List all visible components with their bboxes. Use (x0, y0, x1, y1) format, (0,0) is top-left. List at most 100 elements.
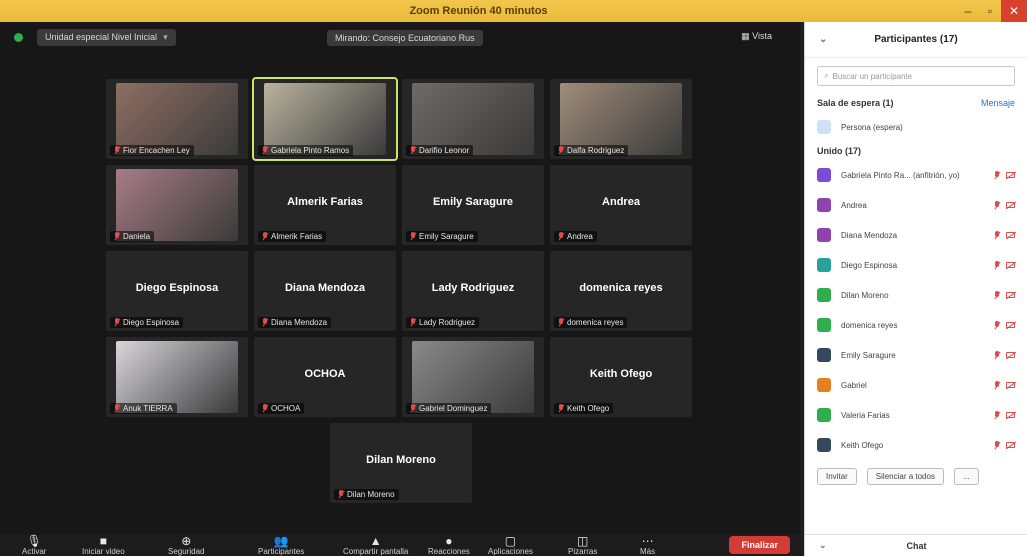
security-shield-icon[interactable] (14, 32, 23, 42)
participant-label: Anuk TIERRA (123, 404, 173, 413)
toolbar-button[interactable]: 👥 Participantes (258, 535, 304, 556)
participant-name: Andrea (841, 200, 867, 210)
participant-row[interactable]: Gabriel (805, 370, 1027, 400)
participant-status (994, 440, 1015, 450)
end-meeting-button[interactable]: Finalizar (729, 536, 790, 554)
participant-name-tag: Keith Ofego (554, 403, 614, 414)
participant-tile[interactable]: Emily Saragure Emily Saragure (402, 165, 544, 245)
maximize-icon[interactable]: ▫ (979, 0, 1001, 22)
minimize-icon[interactable]: – (957, 0, 979, 22)
mic-muted-icon (410, 146, 416, 155)
participant-name-tag: Lady Rodriguez (406, 317, 480, 328)
meeting-topbar: Unidad especial Nivel Inicial ▾ Mirando: … (0, 22, 800, 52)
toolbar-label: Reacciones (428, 547, 470, 556)
waiting-person-name: Persona (espera) (841, 122, 903, 132)
participant-tile[interactable]: OCHOA OCHOA (254, 337, 396, 417)
participant-row[interactable]: domenica reyes (805, 310, 1027, 340)
participant-tile[interactable]: domenica reyes domenica reyes (550, 251, 692, 331)
view-button[interactable]: ▦ Vista (741, 31, 772, 42)
participant-name-tag: Andrea (554, 231, 597, 242)
participant-display-name: Andrea (602, 196, 640, 208)
participant-display-name: Dilan Moreno (366, 454, 436, 466)
participant-row[interactable]: Diana Mendoza (805, 220, 1027, 250)
participant-tile[interactable]: Almerik Farias Almerik Farias (254, 165, 396, 245)
meeting-info-label: Unidad especial Nivel Inicial (45, 31, 158, 42)
close-icon[interactable]: ✕ (1001, 0, 1027, 22)
toolbar-button[interactable]: ● Reacciones (428, 535, 470, 556)
mic-muted-icon (994, 170, 1000, 180)
participant-row[interactable]: Andrea (805, 190, 1027, 220)
waiting-person-row[interactable]: Persona (espera) (805, 112, 1027, 142)
title-bar: Zoom Reunión 40 minutos – ▫ ✕ (0, 0, 1027, 22)
participant-display-name: Lady Rodriguez (431, 282, 515, 294)
meeting-info-button[interactable]: Unidad especial Nivel Inicial ▾ (37, 28, 176, 46)
participant-row[interactable]: Dilan Moreno (805, 280, 1027, 310)
participant-display-name: domenica reyes (579, 282, 663, 294)
mic-muted-icon (262, 232, 268, 241)
toolbar-button[interactable]: 🎙 Activar (22, 535, 46, 556)
video-gallery: Unidad especial Nivel Inicial ▾ Mirando: … (0, 22, 800, 534)
participant-row[interactable]: Emily Saragure (805, 340, 1027, 370)
video-off-icon (1006, 322, 1015, 328)
participant-tile[interactable]: Keith Ofego Keith Ofego (550, 337, 692, 417)
mic-muted-icon (114, 146, 120, 155)
participant-list: Gabriela Pinto Ra... (anfitrión, yo) Andr… (805, 160, 1027, 460)
avatar (817, 258, 831, 272)
participant-tile[interactable]: Darifio Leonor (402, 79, 544, 159)
participant-tile[interactable]: Gabriela Pinto Ramos (252, 77, 398, 161)
chevron-down-icon[interactable]: ⌄ (819, 34, 827, 45)
participant-row[interactable]: Diego Espinosa (805, 250, 1027, 280)
mic-muted-icon (410, 404, 416, 413)
more-options-button[interactable]: ... (953, 468, 979, 485)
participant-label: Emily Saragure (419, 232, 474, 241)
participant-status (994, 380, 1015, 390)
joined-section[interactable]: Unido (17) (805, 142, 1027, 160)
participant-search-input[interactable]: ⌕ Buscar un participante (817, 66, 1015, 86)
participant-row[interactable]: Keith Ofego (805, 430, 1027, 460)
participant-status (994, 170, 1015, 180)
mic-muted-icon (994, 350, 1000, 360)
mic-muted-icon (262, 318, 268, 327)
participant-row[interactable]: Gabriela Pinto Ra... (anfitrión, yo) (805, 160, 1027, 190)
participant-row[interactable]: Valeria Farias (805, 400, 1027, 430)
participant-tile[interactable]: Andrea Andrea (550, 165, 692, 245)
participant-tile[interactable]: Daniela (106, 165, 248, 245)
toolbar-label: Seguridad (168, 547, 205, 556)
participant-tile[interactable]: Anuk TIERRA (106, 337, 248, 417)
toolbar-button[interactable]: ▢ Aplicaciones (488, 535, 533, 556)
chevron-down-icon: ▾ (163, 31, 168, 42)
participant-tile[interactable]: Dalfa Rodriguez (550, 79, 692, 159)
toolbar-label: Más (640, 547, 656, 556)
participant-tile[interactable]: Fior Encachen Ley (106, 79, 248, 159)
participant-name-tag: Anuk TIERRA (110, 403, 177, 414)
toolbar-button[interactable]: ▲ Compartir pantalla (343, 535, 408, 556)
toolbar-button[interactable]: ⋯ Más (640, 535, 655, 556)
avatar (817, 318, 831, 332)
participant-tile[interactable]: Lady Rodriguez Lady Rodriguez (402, 251, 544, 331)
participant-tile[interactable]: Diana Mendoza Diana Mendoza (254, 251, 396, 331)
toolbar-label: Activar (22, 547, 47, 556)
toolbar-button[interactable]: ■ Iniciar video (82, 535, 125, 556)
participant-label: Gabriela Pinto Ramos (271, 146, 350, 155)
toolbar-label: Aplicaciones (488, 547, 533, 556)
mute-all-button[interactable]: Silenciar a todos (866, 468, 944, 485)
toolbar-button[interactable]: ◫ Pizarras (568, 535, 597, 556)
toolbar-label: Participantes (258, 547, 305, 556)
waiting-room-section[interactable]: Sala de espera (1) Mensaje (805, 94, 1027, 112)
message-link[interactable]: Mensaje (981, 98, 1015, 108)
participant-status (994, 200, 1015, 210)
chat-header[interactable]: ⌄ Chat (805, 534, 1027, 556)
toolbar-icon: ⋯ (641, 534, 654, 548)
invite-button[interactable]: Invitar (817, 468, 857, 485)
participant-tile[interactable]: Diego Espinosa Diego Espinosa (106, 251, 248, 331)
participant-tile[interactable]: Gabriel Dominguez (402, 337, 544, 417)
toolbar-button[interactable]: ⊕ Seguridad (168, 535, 204, 556)
toolbar-icon: ▢ (504, 534, 517, 548)
participant-name: Emily Saragure (841, 350, 896, 360)
panel-title: Participantes (17) (874, 34, 958, 45)
video-off-icon (1006, 232, 1015, 238)
avatar (817, 408, 831, 422)
participant-tile[interactable]: Dilan Moreno Dilan Moreno (330, 423, 472, 503)
participant-label: Daniela (123, 232, 151, 241)
mic-muted-icon (114, 404, 120, 413)
